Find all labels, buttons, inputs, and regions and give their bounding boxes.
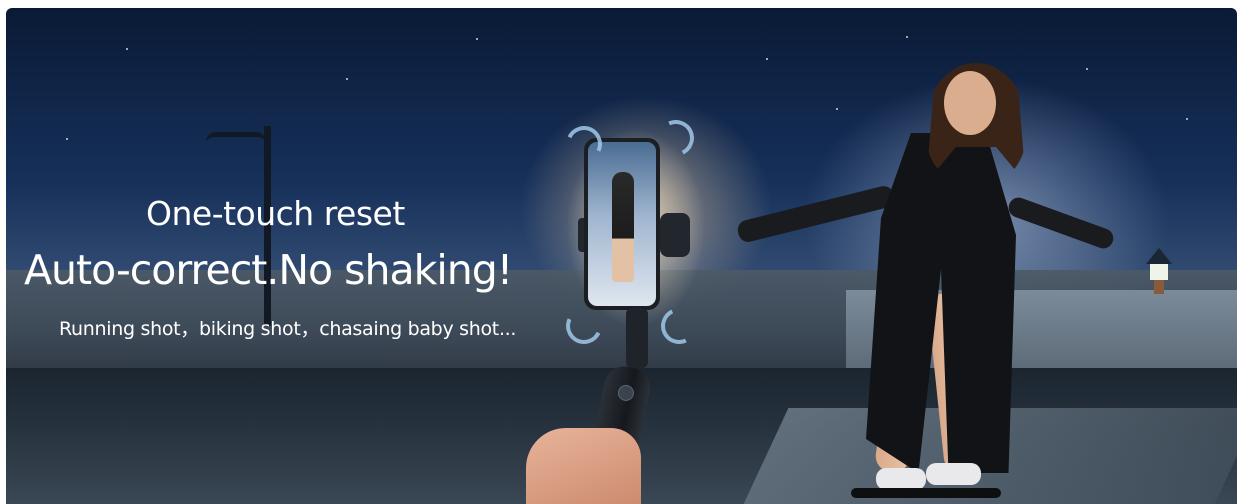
hand (526, 428, 641, 504)
phone-screen (588, 142, 656, 306)
gimbal-clamp (660, 213, 690, 257)
skateboarder-model (735, 63, 1117, 504)
gimbal-button (616, 383, 636, 403)
wall-lantern (1146, 248, 1172, 298)
street-lamp-arm (206, 132, 266, 142)
gimbal-arm (626, 308, 648, 368)
smartphone (584, 138, 660, 310)
headline-small: One-touch reset (146, 194, 405, 233)
skateboard (851, 488, 1001, 498)
subline: Running shot，biking shot，chasaing baby s… (59, 318, 517, 340)
hero-banner[interactable]: One-touch reset Auto-correct.No shaking!… (6, 8, 1237, 504)
headline-large: Auto-correct.No shaking! (24, 246, 513, 294)
